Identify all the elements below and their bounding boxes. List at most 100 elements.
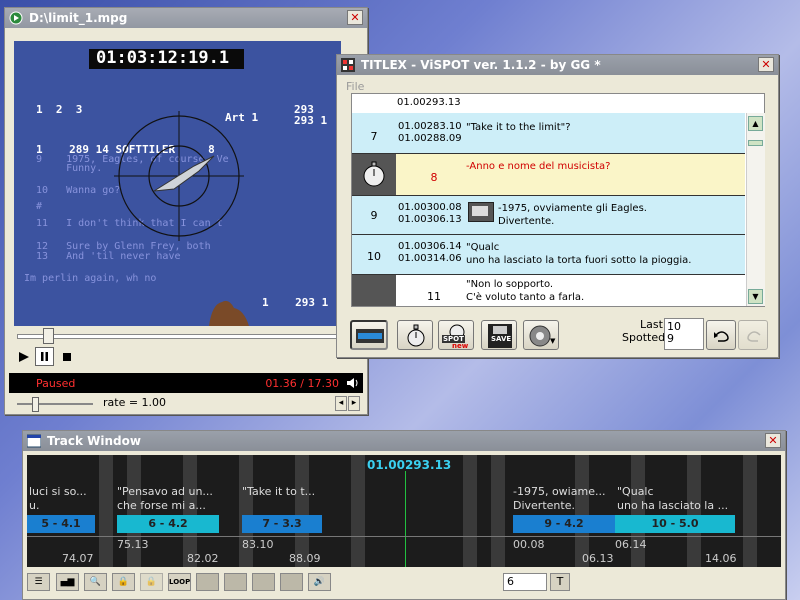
track-titlebar[interactable]: Track Window ✕	[23, 431, 785, 451]
timeline-icon	[356, 329, 384, 343]
titlex-close-icon[interactable]: ✕	[758, 57, 774, 72]
row-text-1: "Non lo sopporto.	[466, 279, 554, 290]
player-title: D:\limit_1.mpg	[29, 11, 128, 25]
video-blue-line: #	[36, 201, 43, 212]
subtitle-row[interactable]: 7 01.00283.10 01.00288.09 "Take it to th…	[352, 113, 745, 154]
blank-button[interactable]	[252, 573, 275, 591]
video-line: 293 1	[294, 114, 328, 127]
spotted-value: 9	[667, 332, 674, 345]
pause-icon	[41, 352, 48, 361]
player-close-icon[interactable]: ✕	[347, 10, 363, 25]
row-text-1: -Anno e nome del musicista?	[466, 161, 611, 172]
lock-icon[interactable]: 🔒	[112, 573, 135, 591]
t-button[interactable]: T	[550, 573, 570, 591]
playhead-line	[405, 471, 406, 567]
seek-thumb[interactable]	[43, 328, 54, 344]
window-icon	[27, 434, 41, 448]
titlex-title: TITLEX - ViSPOT ver. 1.1.2 - by GG *	[361, 58, 601, 72]
track-text: -1975, owiame... Divertente.	[513, 485, 606, 512]
row-text-2: Divertente.	[498, 216, 555, 227]
titlex-titlebar[interactable]: TITLEX - ViSPOT ver. 1.1.2 - by GG * ✕	[337, 55, 778, 75]
subtitle-row[interactable]: 10 01.00306.14 01.00314.06 "Qualc uno ha…	[352, 235, 745, 275]
track-segment[interactable]: 9 - 4.2	[513, 515, 615, 533]
track-segment[interactable]: 7 - 3.3	[242, 515, 322, 533]
scroll-up-button[interactable]: ▲	[748, 116, 763, 131]
redo-button[interactable]	[738, 320, 768, 350]
scroll-down-button[interactable]: ▼	[748, 289, 763, 304]
subtitle-row-selected[interactable]: 8 -Anno e nome del musicista?	[352, 154, 745, 196]
menu-file[interactable]: File	[346, 80, 364, 93]
row-text-2: uno ha lasciato la torta fuori sotto la …	[466, 255, 692, 266]
player-titlebar[interactable]: D:\limit_1.mpg ✕	[5, 8, 367, 28]
stop-icon	[63, 353, 71, 361]
track-segment[interactable]: 10 - 5.0	[615, 515, 735, 533]
track-segment[interactable]: 6 - 4.2	[117, 515, 219, 533]
row-time-in: 01.00306.14	[398, 241, 462, 252]
rate-thumb[interactable]	[32, 397, 39, 412]
video-blue-line: 10 Wanna go?	[36, 185, 121, 196]
track-code: 74.07	[62, 552, 94, 565]
counter-field[interactable]: 6	[503, 573, 547, 591]
row-time-in: 01.00300.08	[398, 202, 462, 213]
track-current-time: 01.00293.13	[367, 458, 452, 472]
stopwatch-button[interactable]	[397, 320, 433, 350]
speaker-icon[interactable]	[345, 376, 359, 390]
titlex-app-icon	[341, 58, 355, 72]
lock-alt-icon[interactable]: 🔒	[140, 573, 163, 591]
track-divider	[27, 536, 781, 537]
row-number: 10	[367, 250, 381, 263]
track-code: 75.13	[117, 538, 149, 551]
rate-scroll-left[interactable]: ◂	[335, 396, 347, 411]
spot-new-button[interactable]: SPOT new	[438, 320, 474, 350]
speaker-dropdown-icon[interactable]: 🔊	[308, 573, 331, 591]
row-text-1: "Take it to the limit"?	[466, 122, 571, 133]
track-close-icon[interactable]: ✕	[765, 433, 781, 448]
video-line: 1 293 1	[262, 296, 329, 309]
track-area[interactable]: 01.00293.13 luci si so... u. "Pensavo ad…	[27, 455, 781, 567]
last-spotted-field[interactable]: 10 9	[664, 318, 704, 350]
video-blue-line: Funny.	[36, 163, 103, 174]
top-time: 01.00293.13	[397, 97, 461, 108]
track-text: "Qualc uno ha lasciato la ...	[617, 485, 729, 512]
row-time-out: 01.00306.13	[398, 214, 462, 225]
blank-button[interactable]	[196, 573, 219, 591]
play-button[interactable]	[14, 348, 34, 366]
seek-track[interactable]	[17, 334, 345, 339]
scroll-thumb[interactable]	[748, 140, 763, 146]
play-icon	[19, 352, 29, 362]
save-label: SAVE	[491, 335, 512, 343]
blank-button[interactable]	[280, 573, 303, 591]
video-frame: 01:03:12:19.1 1 2 3 Art 1 293 293 1 1 28…	[14, 41, 341, 326]
reel-dropdown-button[interactable]: ▼	[523, 320, 559, 350]
row-time-out: 01.00288.09	[398, 133, 462, 144]
video-target-graphic	[114, 111, 244, 241]
video-hand-graphic	[209, 300, 249, 326]
track-wave-button[interactable]: ▄▆	[56, 573, 79, 591]
undo-button[interactable]	[706, 320, 736, 350]
redo-icon	[747, 331, 761, 342]
search-icon[interactable]: 🔍	[84, 573, 107, 591]
track-code: 00.08	[513, 538, 545, 551]
subtitle-row[interactable]: 11 "Non lo sopporto. C'è voluto tanto a …	[352, 275, 745, 306]
rate-track[interactable]	[17, 403, 93, 405]
loop-label: LOOP	[169, 578, 191, 586]
timeline-view-button[interactable]	[350, 320, 388, 350]
track-segment[interactable]: 5 - 4.1	[27, 515, 95, 533]
stopwatch-icon	[407, 324, 425, 347]
track-code: 06.13	[582, 552, 614, 565]
pause-button[interactable]	[35, 347, 54, 366]
track-code: 14.06	[705, 552, 737, 565]
loop-button[interactable]: LOOP	[168, 573, 191, 591]
save-button[interactable]: SAVE	[481, 320, 517, 350]
track-list-button[interactable]: ☰	[27, 573, 50, 591]
row-time-out: 01.00314.06	[398, 253, 462, 264]
track-text: "Take it to t...	[242, 485, 316, 498]
video-thumbnail-icon	[468, 202, 494, 222]
stop-button[interactable]	[57, 348, 77, 366]
film-reel-icon	[529, 325, 551, 347]
blank-button[interactable]	[224, 573, 247, 591]
row-text-2: C'è voluto tanto a farla.	[466, 292, 585, 303]
rate-scroll-right[interactable]: ▸	[348, 396, 360, 411]
track-text: "Pensavo ad un... che forse mi a...	[117, 485, 213, 512]
subtitle-row[interactable]: 9 01.00300.08 01.00306.13 -1975, ovviame…	[352, 196, 745, 235]
